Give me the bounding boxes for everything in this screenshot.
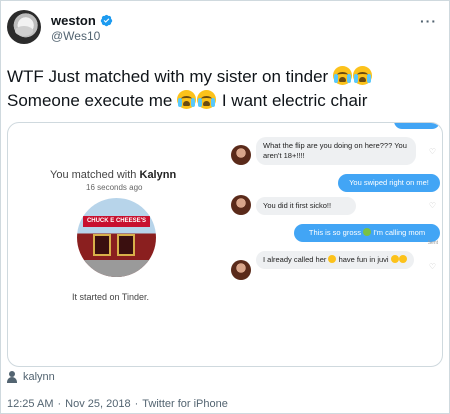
- match-photo: CHUCK E CHEESE'S: [77, 198, 156, 277]
- chat-avatar: [231, 260, 251, 280]
- store-door: [93, 234, 111, 256]
- tweet-source[interactable]: Twitter for iPhone: [142, 398, 228, 410]
- crying-emoji-icon: [177, 90, 197, 109]
- tweet-text: WTF Just matched with my sister on tinde…: [7, 65, 437, 113]
- store-sign: CHUCK E CHEESE'S: [83, 216, 150, 227]
- crying-emoji-icon: [332, 66, 352, 85]
- tweet-line-2a: Someone execute me: [7, 91, 173, 110]
- emoji-icon: [390, 255, 399, 263]
- store-ground: [77, 260, 156, 277]
- chat-avatar: [231, 145, 251, 165]
- chat-avatar: [231, 195, 251, 215]
- chat-message-with-emoji: This is so gross I'm calling mom: [294, 224, 440, 242]
- tagged-user-label: kalynn: [23, 371, 55, 383]
- chat-message-text: I already called her: [263, 255, 327, 264]
- smirk-emoji-icon: [328, 255, 337, 263]
- chat-thread: What the flip are you doing on here??? Y…: [226, 123, 442, 366]
- tweet-meta: 12:25 AM · Nov 25, 2018 · Twitter for iP…: [7, 398, 228, 410]
- chat-message: What the flip are you doing on here??? Y…: [256, 137, 416, 165]
- emoji-icon: [398, 255, 407, 263]
- chat-message: You swiped right on me!: [338, 174, 440, 192]
- chat-message-text: I'm calling mom: [373, 228, 426, 237]
- tweet-line-2b: I want electric chair: [221, 91, 368, 110]
- person-icon: [7, 371, 17, 383]
- meta-separator: ·: [57, 398, 62, 410]
- match-name: Kalynn: [139, 169, 177, 181]
- chat-message-text: This is so gross: [308, 228, 362, 237]
- meta-separator: ·: [134, 398, 139, 410]
- verified-badge-icon: [100, 14, 112, 27]
- heart-icon[interactable]: ♡: [429, 201, 436, 210]
- chat-message: You did it first sicko!!: [256, 197, 356, 215]
- user-avatar[interactable]: [7, 10, 41, 44]
- more-options-icon[interactable]: ···: [420, 14, 437, 28]
- crying-emoji-icon: [197, 90, 217, 109]
- store-door: [117, 234, 135, 256]
- chat-bubble-top-cut: [394, 123, 440, 129]
- tweet-timestamp[interactable]: 12:25 AM: [7, 398, 53, 410]
- chat-message-with-emoji: I already called her have fun in juvi: [256, 251, 414, 269]
- match-footer: It started on Tinder.: [72, 292, 150, 302]
- tagged-user-row[interactable]: kalynn: [7, 371, 55, 383]
- tweet-card: weston @Wes10 ··· WTF Just matched with …: [0, 0, 450, 414]
- display-name[interactable]: weston: [51, 13, 96, 28]
- chat-message-text: have fun in juvi: [338, 255, 389, 264]
- nauseated-emoji-icon: [363, 228, 372, 236]
- heart-icon[interactable]: ♡: [429, 262, 436, 271]
- sent-label: Sent: [427, 240, 438, 246]
- tweet-media-image[interactable]: You matched with Kalynn 16 seconds ago C…: [7, 122, 443, 367]
- user-handle[interactable]: @Wes10: [51, 29, 100, 43]
- tweet-line-1: WTF Just matched with my sister on tinde…: [7, 67, 329, 86]
- crying-emoji-icon: [352, 66, 372, 85]
- match-title: You matched with Kalynn: [50, 169, 176, 181]
- match-time: 16 seconds ago: [86, 183, 143, 192]
- name-row: weston: [51, 13, 113, 28]
- match-title-prefix: You matched with: [50, 169, 137, 181]
- tweet-date[interactable]: Nov 25, 2018: [65, 398, 130, 410]
- heart-icon[interactable]: ♡: [429, 147, 436, 156]
